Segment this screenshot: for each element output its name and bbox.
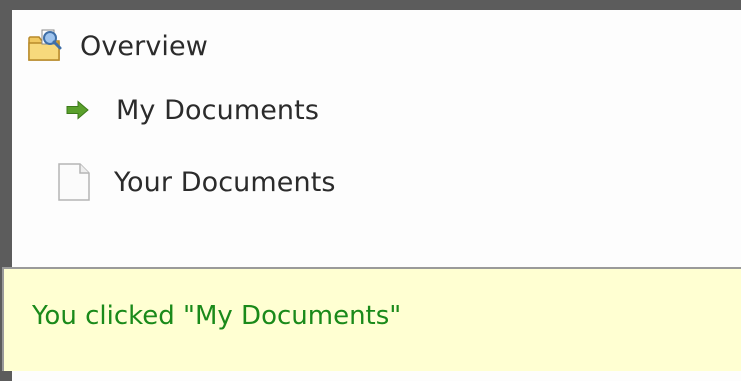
tree-node-your-documents[interactable]: Your Documents (56, 162, 336, 202)
folder-search-icon (26, 28, 64, 64)
tree-node-label: Overview (80, 30, 208, 62)
tree-node-label: My Documents (116, 94, 320, 126)
tree-node-overview[interactable]: Overview (26, 26, 208, 66)
document-tree: Overview My Documents Your Documents (12, 10, 741, 277)
arrow-right-icon (66, 100, 90, 120)
status-message-box: You clicked "My Documents" (2, 267, 741, 371)
status-message: You clicked "My Documents" (32, 301, 402, 331)
tree-node-label: Your Documents (114, 166, 336, 198)
tree-node-my-documents[interactable]: My Documents (66, 90, 319, 130)
document-icon (56, 162, 92, 202)
